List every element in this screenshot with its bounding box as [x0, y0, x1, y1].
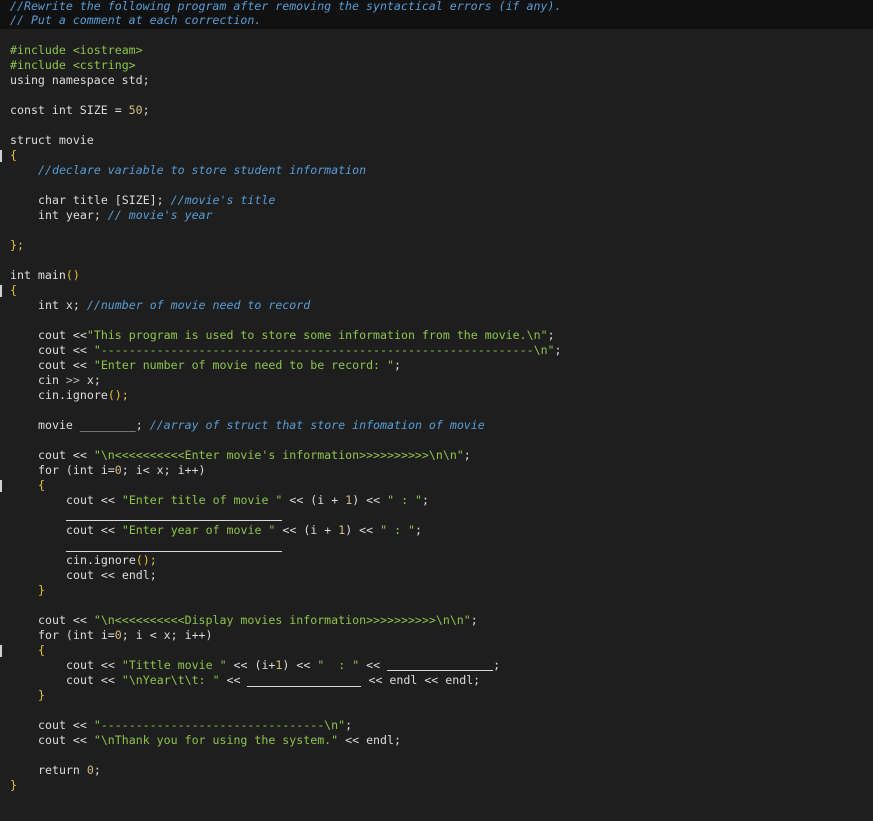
- for-loop-display: for (int i=0; i < x; i++): [38, 628, 213, 642]
- cout-endl: cout << endl;: [66, 568, 157, 582]
- code-editor[interactable]: //Rewrite the following program after re…: [0, 0, 873, 821]
- const-size: const int SIZE = 50;: [10, 103, 150, 117]
- for2-open-brace: {: [38, 643, 45, 657]
- cin-ignore: cin.ignore();: [38, 388, 129, 402]
- header-comment-1: //Rewrite the following program after re…: [10, 0, 562, 13]
- char-title-decl: char title [SIZE]; //movie's title: [38, 193, 276, 207]
- cout-enter-info: cout << "\n<<<<<<<<<<Enter movie's infor…: [38, 448, 471, 462]
- fold-marker[interactable]: [0, 645, 2, 657]
- include-iostream: #include <iostream>: [10, 43, 143, 57]
- cout-intro: cout <<"This program is used to store so…: [38, 328, 555, 342]
- movie-array-decl: movie ________; //array of struct that s…: [38, 418, 485, 432]
- cout-enter-year: cout << "Enter year of movie " << (i + 1…: [66, 523, 423, 537]
- fold-marker[interactable]: [0, 150, 2, 162]
- return-statement: return 0;: [38, 763, 101, 777]
- blank-line-title-input[interactable]: [66, 520, 282, 521]
- main-close-brace: }: [10, 778, 17, 792]
- struct-open-brace: {: [10, 148, 17, 162]
- struct-movie: struct movie: [10, 133, 94, 147]
- struct-comment: //declare variable to store student info…: [38, 163, 367, 177]
- cout-enter-title: cout << "Enter title of movie " << (i + …: [66, 493, 429, 507]
- cout-thank-you: cout << "\nThank you for using the syste…: [38, 733, 401, 747]
- blank-title-output[interactable]: [387, 670, 493, 671]
- fold-marker[interactable]: [0, 480, 2, 492]
- cout-dashes: cout << "-------------------------------…: [38, 343, 562, 357]
- cout-display-info: cout << "\n<<<<<<<<<<Display movies info…: [38, 613, 478, 627]
- cin-ignore-2: cin.ignore();: [66, 553, 157, 567]
- cout-dashes-2: cout << "-------------------------------…: [38, 718, 353, 732]
- fold-marker[interactable]: [0, 285, 2, 297]
- for2-close-brace: }: [38, 688, 45, 702]
- blank-year-output[interactable]: [247, 686, 361, 687]
- for1-close-brace: }: [38, 583, 45, 597]
- main-signature: int main(): [10, 268, 80, 282]
- cout-enter-number: cout << "Enter number of movie need to b…: [38, 358, 401, 372]
- int-x-decl: int x; //number of movie need to record: [38, 298, 311, 312]
- int-year-decl: int year; // movie's year: [38, 208, 213, 222]
- main-open-brace: {: [10, 283, 17, 297]
- for-loop-input: for (int i=0; i< x; i++): [38, 463, 206, 477]
- for1-open-brace: {: [38, 478, 45, 492]
- struct-close-brace: };: [10, 238, 24, 252]
- cin-x: cin >> x;: [38, 373, 101, 387]
- include-cstring: #include <cstring>: [10, 58, 136, 72]
- header-comment-2: // Put a comment at each correction.: [10, 13, 262, 27]
- using-namespace: using namespace std;: [10, 73, 150, 87]
- blank-line-year-input[interactable]: [66, 551, 282, 552]
